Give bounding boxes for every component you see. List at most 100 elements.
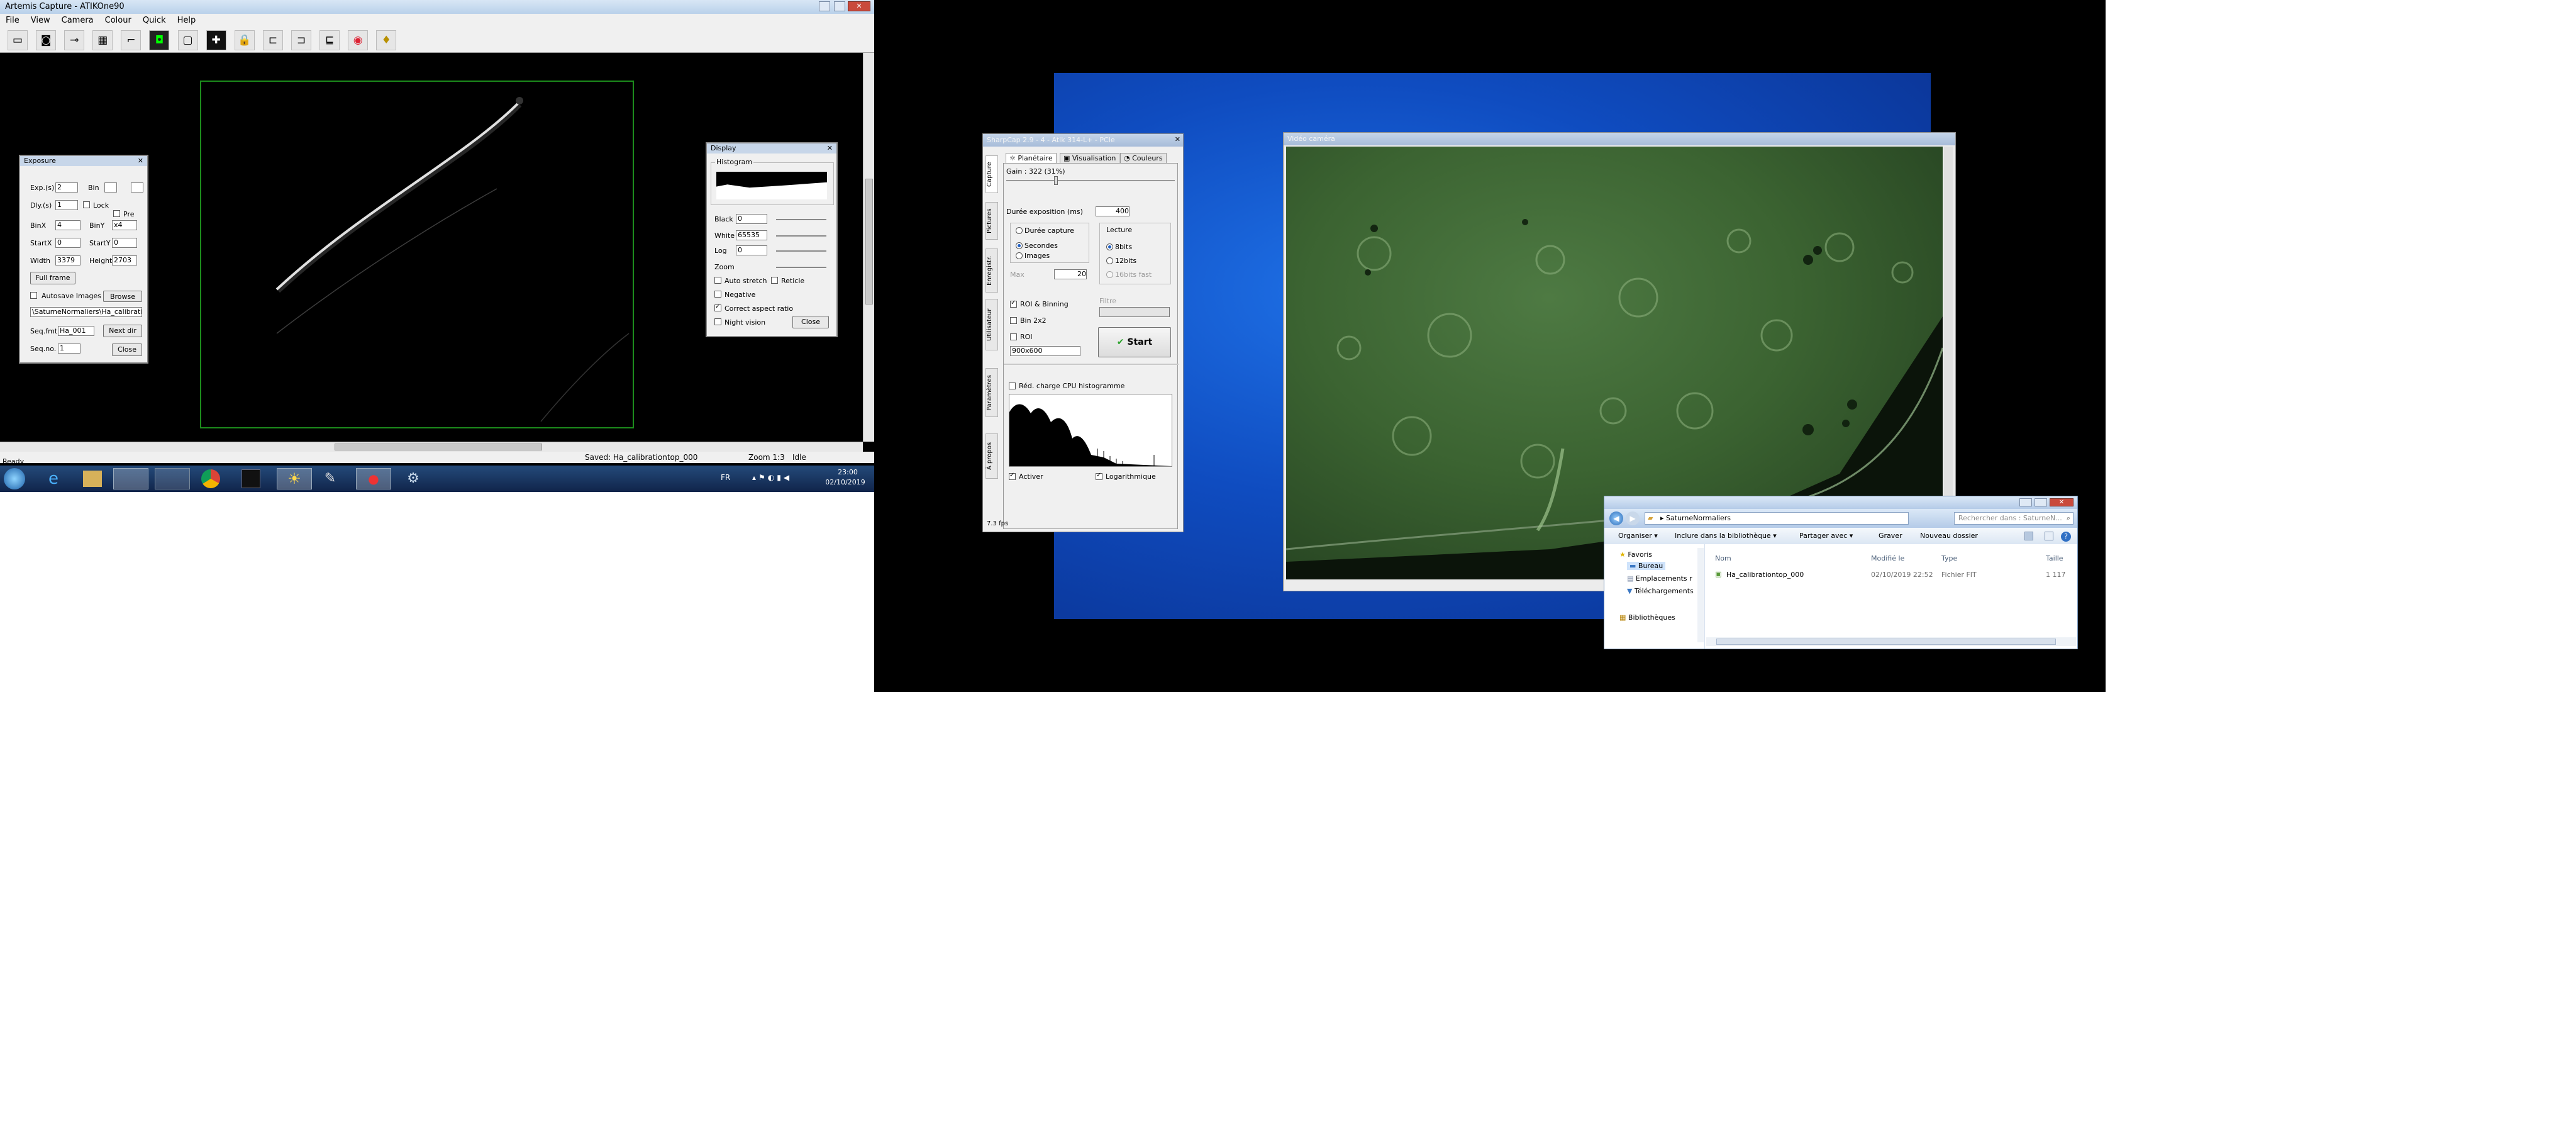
width-input[interactable]: 3379 (55, 255, 80, 265)
menu-camera[interactable]: Camera (56, 14, 99, 27)
column-size[interactable]: Taille (2046, 554, 2063, 562)
scrollbar-thumb[interactable] (335, 444, 542, 450)
gain-slider-thumb[interactable] (1054, 176, 1058, 185)
horizontal-scrollbar[interactable] (0, 442, 863, 452)
view-icon[interactable] (2024, 532, 2033, 540)
column-type[interactable]: Type (1941, 554, 1957, 562)
column-name[interactable]: Nom (1715, 554, 1731, 562)
white-input[interactable]: 65535 (736, 230, 767, 240)
activate-checkbox[interactable] (1009, 472, 1016, 480)
nav-desktop[interactable]: ▬ Bureau (1627, 562, 1666, 570)
ie-icon[interactable]: e (44, 469, 63, 488)
guide-icon[interactable]: ⊐ (291, 30, 311, 50)
language-indicator[interactable]: FR (721, 473, 730, 482)
gain-slider[interactable] (1006, 180, 1175, 181)
sun-icon[interactable]: ☀ (277, 468, 312, 489)
breadcrumb[interactable]: SaturneNormaliers (1666, 514, 1731, 522)
zoom-slider[interactable] (776, 267, 826, 268)
lock-icon[interactable]: 🔒 (234, 30, 255, 50)
bin-checkbox[interactable] (1010, 317, 1017, 324)
close-icon[interactable]: ✕ (2050, 498, 2074, 506)
app-taskbar-icon[interactable] (155, 468, 190, 489)
vtab-a-propos[interactable]: À propos (985, 433, 998, 479)
images-radio[interactable] (1016, 252, 1023, 259)
pen-icon[interactable]: ✎ (321, 469, 340, 488)
reticle-checkbox[interactable] (771, 277, 778, 284)
artemis-titlebar[interactable]: Artemis Capture - ATIKOne90 ✕ (0, 0, 874, 14)
bin-spinner-2[interactable] (131, 182, 143, 193)
maximize-icon[interactable] (2035, 498, 2047, 506)
biny-select[interactable]: x4 (112, 220, 137, 230)
16bits-radio[interactable] (1106, 271, 1113, 278)
video-titlebar[interactable]: Vidéo caméra (1284, 133, 1955, 145)
sharpcap-titlebar[interactable]: SharpCap 2.9 - 4 - Atik 314-L+ - PCIe (983, 134, 1183, 147)
roi-select[interactable]: 900x600 (1010, 346, 1080, 356)
guide2-icon[interactable]: ⊑ (319, 30, 340, 50)
reduce-cpu-checkbox[interactable] (1009, 383, 1016, 389)
back-icon[interactable]: ◀ (1609, 511, 1623, 525)
close-icon[interactable]: ✕ (827, 144, 833, 152)
exposure-input[interactable]: 400 (1096, 206, 1130, 216)
vtab-pictures[interactable]: Pictures (985, 202, 998, 240)
nav-scrollbar[interactable] (1697, 548, 1704, 642)
log-input[interactable]: 0 (736, 245, 767, 255)
nav-recent[interactable]: ▤ Emplacements r (1627, 574, 1692, 583)
forward-icon[interactable]: ▶ (1626, 511, 1640, 525)
capture-app-icon[interactable]: ● (356, 468, 391, 489)
telescope-icon[interactable]: ⊸ (64, 30, 85, 50)
new-folder-button[interactable]: Nouveau dossier (1920, 528, 1978, 544)
duration-radio[interactable] (1016, 227, 1023, 234)
vtab-capture[interactable]: Capture (985, 155, 998, 193)
lock-checkbox[interactable] (83, 201, 90, 208)
start-button[interactable]: ✔ Start (1098, 327, 1171, 357)
seconds-radio[interactable] (1016, 242, 1023, 249)
log-slider[interactable] (776, 250, 826, 252)
rectangle-icon[interactable]: ▢ (177, 30, 198, 50)
chrome-icon[interactable] (201, 469, 220, 488)
close-icon[interactable]: ✕ (138, 157, 143, 165)
bin-spinner[interactable] (104, 182, 117, 193)
address-bar[interactable]: ▰ ▸ SaturneNormaliers (1645, 512, 1909, 525)
seqfmt-select[interactable]: Ha_001 (58, 326, 94, 336)
media-icon[interactable] (83, 471, 102, 487)
menu-colour[interactable]: Colour (99, 14, 137, 27)
black-slider[interactable] (776, 219, 826, 220)
save-path-field[interactable]: \SaturneNormaliers\Ha_calibrationtop (30, 307, 142, 317)
aspect-ratio-checkbox[interactable] (714, 303, 721, 311)
display-panel-title[interactable]: Display (707, 143, 836, 154)
help-icon[interactable]: ? (2061, 532, 2071, 542)
table-row[interactable]: ▣ Ha_calibrationtop_000 02/10/2019 22:52… (1706, 569, 2076, 581)
close-button[interactable]: Close (792, 316, 829, 328)
log-checkbox[interactable] (1096, 472, 1102, 480)
preview-pane-icon[interactable] (2045, 532, 2053, 540)
roi-checkbox[interactable] (1010, 333, 1017, 340)
filter-select[interactable] (1099, 307, 1170, 317)
pin-icon[interactable]: ♦ (376, 30, 397, 50)
search-input[interactable]: Rechercher dans : SaturneN... ⌕ (1954, 512, 2074, 525)
burn-button[interactable]: Graver (1879, 528, 1902, 544)
column-modified[interactable]: Modifié le (1871, 554, 1904, 562)
explorer-taskbar-icon[interactable] (113, 468, 148, 489)
exposure-panel-title[interactable]: Exposure (20, 156, 147, 166)
dly-input[interactable]: 1 (55, 200, 78, 210)
maximize-icon[interactable] (834, 1, 845, 11)
vertical-scrollbar[interactable] (863, 53, 874, 442)
close-icon[interactable]: ✕ (1175, 135, 1180, 143)
white-slider[interactable] (776, 235, 826, 237)
share-button[interactable]: Partager avec ▾ (1799, 528, 1853, 544)
8bits-radio[interactable] (1106, 243, 1113, 250)
start-button-icon[interactable] (4, 468, 25, 489)
menu-quick[interactable]: Quick (137, 14, 172, 27)
full-frame-button[interactable]: Full frame (30, 272, 75, 284)
nav-libraries[interactable]: ▦ Bibliothèques (1619, 613, 1675, 622)
close-icon[interactable]: ✕ (848, 1, 870, 11)
plus-icon[interactable]: ✚ (206, 30, 226, 50)
vtab-utilisateur[interactable]: Utilisateur (985, 299, 998, 350)
crosshair-square-icon[interactable]: ⌐ (121, 30, 142, 50)
startx-input[interactable]: 0 (55, 238, 80, 248)
save-icon[interactable]: ▭ (8, 30, 28, 50)
close-button[interactable]: Close (112, 344, 142, 356)
negative-checkbox[interactable] (714, 291, 721, 298)
menu-help[interactable]: Help (172, 14, 202, 27)
menu-view[interactable]: View (25, 14, 56, 27)
